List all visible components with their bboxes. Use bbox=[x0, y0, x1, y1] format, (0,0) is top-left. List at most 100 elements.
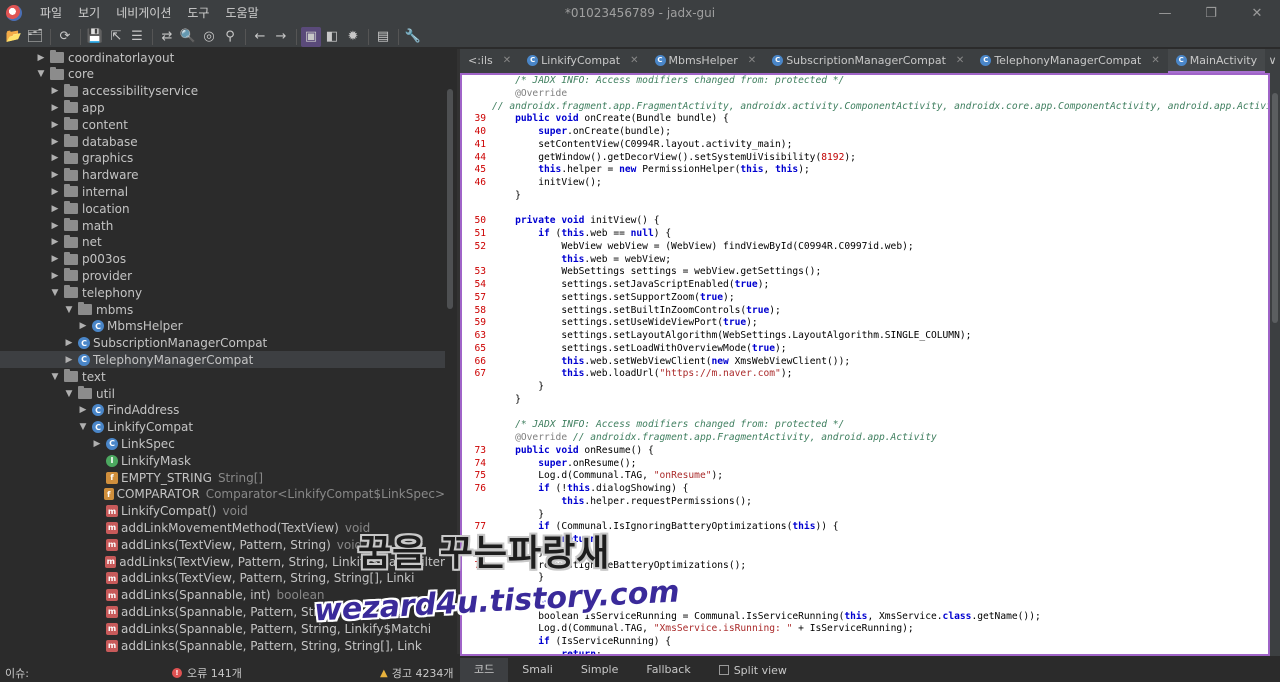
warnings-indicator[interactable]: ▲ 경고 4234개 bbox=[380, 665, 454, 681]
tree-row[interactable]: ▶ provider bbox=[0, 267, 445, 284]
tree-row[interactable]: I LinkifyMask bbox=[0, 452, 445, 469]
editor-tab[interactable]: C SubscriptionManagerCompat ✕ bbox=[764, 49, 972, 73]
tree-row[interactable]: ▶ internal bbox=[0, 183, 445, 200]
expand-arrow-icon[interactable]: ▼ bbox=[78, 422, 88, 432]
tree-row[interactable]: m addLinks(TextView, Pattern, String, Lin… bbox=[0, 553, 445, 570]
save-button[interactable]: 💾 bbox=[85, 27, 105, 47]
tree-row[interactable]: ▼ C LinkifyCompat bbox=[0, 419, 445, 436]
tree-row[interactable]: ▶ p003os bbox=[0, 251, 445, 268]
forward-button[interactable]: → bbox=[271, 27, 291, 47]
collapse-arrow-icon[interactable]: ▶ bbox=[64, 355, 74, 365]
deobfuscation-button[interactable]: ▣ bbox=[301, 26, 321, 47]
editor-tab[interactable]: <:ils ✕ bbox=[460, 49, 519, 73]
expand-arrow-icon[interactable]: ▼ bbox=[64, 389, 74, 399]
tree-row[interactable]: ▶ net bbox=[0, 234, 445, 251]
find-usage-button[interactable]: ◎ bbox=[199, 27, 219, 47]
editor-tab[interactable]: C MainActivity bbox=[1167, 49, 1266, 73]
close-tab-icon[interactable]: ✕ bbox=[748, 55, 756, 66]
tree-row[interactable]: m addLinks(Spannable, Pattern, String, Li… bbox=[0, 620, 445, 637]
settings-button[interactable]: 🔧 bbox=[403, 27, 423, 47]
debug-button[interactable]: ✹ bbox=[343, 27, 363, 47]
split-view-checkbox[interactable] bbox=[718, 665, 729, 675]
collapse-arrow-icon[interactable]: ▶ bbox=[50, 221, 60, 231]
code-mode-tab[interactable]: Simple bbox=[567, 658, 633, 682]
tree-row[interactable]: ▶ math bbox=[0, 217, 445, 234]
collapse-arrow-icon[interactable]: ▶ bbox=[50, 137, 60, 147]
sync-button[interactable]: ⟳ bbox=[55, 27, 75, 47]
tree-row[interactable]: ▶ C TelephonyManagerCompat bbox=[0, 351, 445, 369]
code-scrollbar-thumb[interactable] bbox=[1272, 93, 1278, 323]
menu-item-0[interactable]: 파일 bbox=[32, 0, 70, 26]
collapse-arrow-icon[interactable]: ▶ bbox=[50, 120, 60, 130]
tree-row[interactable]: ▶ accessibilityservice bbox=[0, 83, 445, 100]
search-button[interactable]: 🔍 bbox=[178, 27, 198, 47]
menu-item-3[interactable]: 도구 bbox=[179, 0, 217, 26]
editor-tab[interactable]: C TelephonyManagerCompat ✕ bbox=[972, 49, 1167, 73]
tree-row[interactable]: f EMPTY_STRING String[] bbox=[0, 469, 445, 486]
collapse-arrow-icon[interactable]: ▶ bbox=[50, 170, 60, 180]
tabs-overflow-button[interactable]: ∨ bbox=[1265, 49, 1280, 73]
tree-row[interactable]: ▶ C SubscriptionManagerCompat bbox=[0, 335, 445, 352]
tree-row[interactable]: ▼ core bbox=[0, 66, 445, 83]
collapse-arrow-icon[interactable]: ▶ bbox=[50, 86, 60, 96]
collapse-arrow-icon[interactable]: ▶ bbox=[50, 187, 60, 197]
tree-row[interactable]: m addLinks(Spannable, Pattern, String) bbox=[0, 603, 445, 620]
close-tab-icon[interactable]: ✕ bbox=[503, 55, 511, 66]
expand-arrow-icon[interactable]: ▼ bbox=[64, 305, 74, 315]
tree-row[interactable]: ▶ coordinatorlayout bbox=[0, 49, 445, 66]
tree-row[interactable]: ▶ content bbox=[0, 116, 445, 133]
tree-row[interactable]: ▶ graphics bbox=[0, 150, 445, 167]
close-tab-icon[interactable]: ✕ bbox=[956, 55, 964, 66]
tree-row[interactable]: m addLinks(TextView, Pattern, String, Str… bbox=[0, 570, 445, 587]
tree-row[interactable]: ▶ C MbmsHelper bbox=[0, 318, 445, 335]
close-button[interactable]: ✕ bbox=[1234, 0, 1280, 26]
tree-row[interactable]: ▶ C FindAddress bbox=[0, 402, 445, 419]
open-file-button[interactable]: 📂 bbox=[4, 27, 24, 47]
collapse-arrow-icon[interactable]: ▶ bbox=[50, 237, 60, 247]
expand-arrow-icon[interactable]: ▼ bbox=[36, 69, 46, 79]
expand-arrow-icon[interactable]: ▼ bbox=[50, 372, 60, 382]
tree-row[interactable]: m addLinks(Spannable, Pattern, String, St… bbox=[0, 637, 445, 654]
code-editor[interactable]: /* JADX INFO: Access modifiers changed f… bbox=[460, 73, 1270, 656]
tree-row[interactable]: m LinkifyCompat() void bbox=[0, 503, 445, 520]
code-scrollbar[interactable] bbox=[1270, 73, 1280, 656]
collapse-arrow-icon[interactable]: ▶ bbox=[92, 439, 102, 449]
tree-row[interactable]: ▼ util bbox=[0, 385, 445, 402]
collapse-arrow-icon[interactable]: ▶ bbox=[50, 204, 60, 214]
close-tab-icon[interactable]: ✕ bbox=[1151, 55, 1159, 66]
tree-row[interactable]: m addLinkMovementMethod(TextView) void bbox=[0, 519, 445, 536]
minimize-button[interactable]: — bbox=[1142, 0, 1188, 26]
maximize-button[interactable]: ❐ bbox=[1188, 0, 1234, 26]
split-view-toggle[interactable]: Split view bbox=[718, 664, 787, 677]
errors-indicator[interactable]: ! 오류 141개 bbox=[172, 665, 242, 681]
tree-row[interactable]: ▼ text bbox=[0, 368, 445, 385]
log-button[interactable]: ▤ bbox=[373, 27, 393, 47]
collapse-arrow-icon[interactable]: ▶ bbox=[36, 53, 46, 63]
export-button[interactable]: ⇱ bbox=[106, 27, 126, 47]
tree-row[interactable]: m addLinks(TextView, Pattern, String) void bbox=[0, 536, 445, 553]
collapse-arrow-icon[interactable]: ▶ bbox=[64, 338, 74, 348]
tree-row[interactable]: ▼ mbms bbox=[0, 301, 445, 318]
tree-row[interactable]: ▶ C LinkSpec bbox=[0, 435, 445, 452]
tree-row[interactable]: ▶ location bbox=[0, 200, 445, 217]
collapse-arrow-icon[interactable]: ▶ bbox=[50, 271, 60, 281]
tree-scrollbar[interactable] bbox=[445, 49, 455, 654]
tree-row[interactable]: ▶ app bbox=[0, 99, 445, 116]
editor-tab[interactable]: C LinkifyCompat ✕ bbox=[519, 49, 646, 73]
editor-tab[interactable]: C MbmsHelper ✕ bbox=[647, 49, 765, 73]
code-mode-tab[interactable]: 코드 bbox=[460, 658, 509, 682]
quark-button[interactable]: ◧ bbox=[322, 27, 342, 47]
collapse-arrow-icon[interactable]: ▶ bbox=[78, 405, 88, 415]
code-mode-tab[interactable]: Fallback bbox=[632, 658, 704, 682]
find-class-button[interactable]: ⚲ bbox=[220, 27, 240, 47]
add-files-button[interactable]: 🗂 bbox=[25, 27, 45, 47]
flatten-packages-button[interactable]: ☰ bbox=[127, 27, 147, 47]
expand-arrow-icon[interactable]: ▼ bbox=[50, 288, 60, 298]
tree-scrollbar-thumb[interactable] bbox=[447, 89, 453, 309]
tree-row[interactable]: ▶ database bbox=[0, 133, 445, 150]
tree-row[interactable]: f COMPARATOR Comparator<LinkifyCompat$Link… bbox=[0, 486, 445, 503]
tree-row[interactable]: ▶ hardware bbox=[0, 167, 445, 184]
menu-item-4[interactable]: 도움말 bbox=[217, 0, 266, 26]
collapse-arrow-icon[interactable]: ▶ bbox=[78, 321, 88, 331]
back-button[interactable]: ← bbox=[250, 27, 270, 47]
